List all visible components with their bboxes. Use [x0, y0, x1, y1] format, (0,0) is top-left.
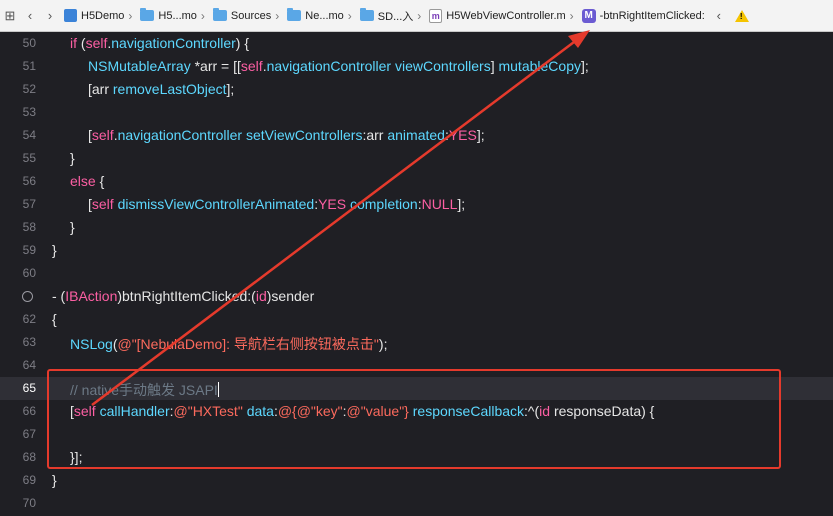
annotation-arrow	[91, 30, 590, 406]
annotation-arrow-line	[91, 35, 583, 406]
